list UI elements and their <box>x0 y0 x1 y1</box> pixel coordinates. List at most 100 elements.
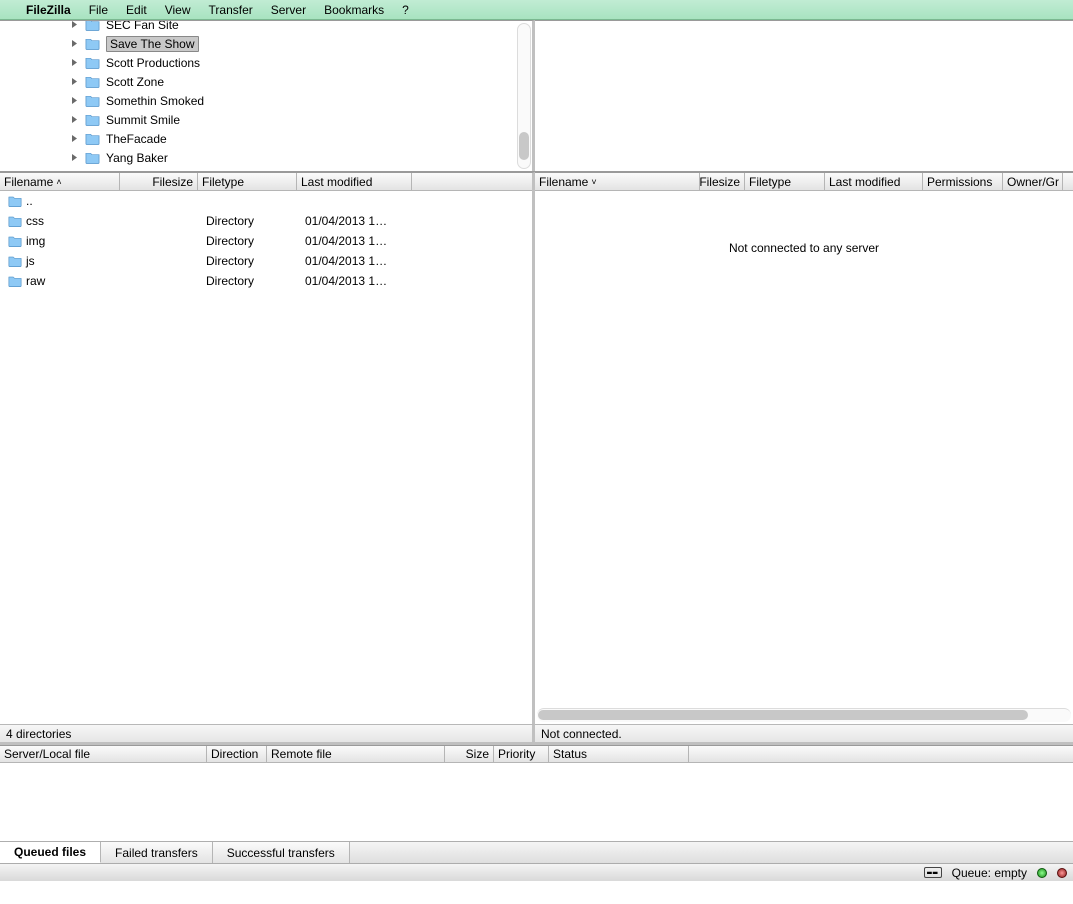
file-name: img <box>26 234 45 248</box>
expand-arrow-icon[interactable] <box>70 77 79 86</box>
list-row[interactable]: .. <box>0 191 532 211</box>
file-type: Directory <box>206 214 254 228</box>
tab-label: Successful transfers <box>227 846 335 860</box>
column-header[interactable]: Owner/Gr <box>1003 173 1063 190</box>
scrollbar[interactable] <box>517 23 531 169</box>
expand-arrow-icon[interactable] <box>70 115 79 124</box>
list-row[interactable]: imgDirectory01/04/2013 1… <box>0 231 532 251</box>
file-name: js <box>26 254 35 268</box>
column-header[interactable]: Filesize <box>120 173 198 190</box>
menu-server[interactable]: Server <box>271 3 306 17</box>
folder-icon <box>85 56 100 69</box>
remote-column-headers: Filename ˅Filesize Filetype Last modified P… <box>535 173 1073 191</box>
column-header[interactable]: Size <box>445 746 494 762</box>
column-header[interactable]: Permissions <box>923 173 1003 190</box>
queue-tab[interactable]: Successful transfers <box>213 842 350 863</box>
expand-arrow-icon[interactable] <box>70 58 79 67</box>
tree-item-label: Save The Show <box>106 36 199 52</box>
column-header[interactable]: Remote file <box>267 746 445 762</box>
column-header[interactable]: Last modified <box>297 173 412 190</box>
tree-item[interactable]: Save The Show <box>70 34 532 53</box>
file-modified: 01/04/2013 1… <box>305 234 387 248</box>
tree-item-label: Somethin Smoked <box>106 94 204 108</box>
menu-transfer[interactable]: Transfer <box>209 3 253 17</box>
list-row[interactable]: cssDirectory01/04/2013 1… <box>0 211 532 231</box>
app-name[interactable]: FileZilla <box>26 3 71 17</box>
menu-bookmarks[interactable]: Bookmarks <box>324 3 384 17</box>
expand-arrow-icon[interactable] <box>70 20 79 29</box>
queue-tab[interactable]: Queued files <box>0 842 101 863</box>
column-label: Remote file <box>271 747 332 761</box>
remote-tree-pane[interactable] <box>535 20 1073 171</box>
scroll-thumb[interactable] <box>538 710 1028 720</box>
column-header[interactable]: Filename ˅ <box>535 173 700 190</box>
tree-item[interactable]: Yang Baker <box>70 148 532 167</box>
tree-item[interactable]: Somethin Smoked <box>70 91 532 110</box>
list-row[interactable]: jsDirectory01/04/2013 1… <box>0 251 532 271</box>
column-header[interactable]: Status <box>549 746 689 762</box>
tab-label: Queued files <box>14 845 86 859</box>
expand-arrow-icon[interactable] <box>70 96 79 105</box>
tree-item-label: Summit Smile <box>106 113 180 127</box>
column-label: Last modified <box>301 175 372 189</box>
remote-list-body[interactable]: Not connected to any server <box>535 191 1073 724</box>
folder-icon <box>85 75 100 88</box>
column-header[interactable]: Priority <box>494 746 549 762</box>
column-header[interactable]: Filename ˄ <box>0 173 120 190</box>
column-header[interactable]: Filesize <box>700 173 745 190</box>
expand-arrow-icon[interactable] <box>70 134 79 143</box>
file-type: Directory <box>206 274 254 288</box>
local-column-headers: Filename ˄FilesizeFiletype Last modified <box>0 173 532 191</box>
tree-item[interactable]: TheFacade <box>70 129 532 148</box>
tree-item-label: Scott Zone <box>106 75 164 89</box>
file-name: .. <box>26 194 33 208</box>
column-label: Filesize <box>700 175 740 189</box>
column-header[interactable]: Last modified <box>825 173 923 190</box>
tree-item[interactable]: Scott Zone <box>70 72 532 91</box>
tree-item[interactable]: SEC Fan Site <box>70 20 532 34</box>
tree-panes: SEC Fan Site Save The ShowScott Productio… <box>0 20 1073 172</box>
column-label: Server/Local file <box>4 747 90 761</box>
column-label: Last modified <box>829 175 900 189</box>
local-tree-pane[interactable]: SEC Fan Site Save The ShowScott Productio… <box>0 20 535 171</box>
folder-icon <box>85 37 100 50</box>
column-label: Filename <box>4 175 53 189</box>
menu-view[interactable]: View <box>165 3 191 17</box>
queue-tab[interactable]: Failed transfers <box>101 842 213 863</box>
menu-file[interactable]: File <box>89 3 108 17</box>
folder-icon <box>8 255 22 267</box>
folder-icon <box>8 215 22 227</box>
column-header[interactable]: Filetype <box>198 173 297 190</box>
tree-item[interactable]: Scott Productions <box>70 53 532 72</box>
menu-edit[interactable]: Edit <box>126 3 147 17</box>
scrollbar[interactable] <box>537 708 1071 722</box>
menu-help[interactable]: ? <box>402 3 409 17</box>
tree-item-label: TheFacade <box>106 132 167 146</box>
column-label: Size <box>466 747 489 761</box>
tree-item-label: SEC Fan Site <box>106 20 179 32</box>
indicator-red-icon <box>1057 868 1067 878</box>
list-row[interactable]: raw Directory 01/04/2013 1… <box>0 271 532 291</box>
scroll-thumb[interactable] <box>519 132 529 160</box>
file-modified: 01/04/2013 1… <box>305 274 387 288</box>
file-name: raw <box>26 274 45 288</box>
tab-label: Failed transfers <box>115 846 198 860</box>
remote-status: Not connected. <box>535 724 1073 742</box>
column-label: Filetype <box>749 175 791 189</box>
tree-item-label: Yang Baker <box>106 151 168 165</box>
column-label: Priority <box>498 747 535 761</box>
queue-column-headers: Server/Local file Direction Remote file Siz… <box>0 745 1073 763</box>
queue-tabs: Queued files Failed transfers Successful t… <box>0 841 1073 863</box>
column-header[interactable]: Server/Local file <box>0 746 207 762</box>
tree-item[interactable]: Summit Smile <box>70 110 532 129</box>
expand-arrow-icon[interactable] <box>70 39 79 48</box>
file-type: Directory <box>206 254 254 268</box>
local-list-body[interactable]: ..cssDirectory01/04/2013 1…imgDirectory0… <box>0 191 532 724</box>
menubar: FileZilla File Edit View Transfer Server… <box>0 0 1073 20</box>
queue-body[interactable] <box>0 763 1073 841</box>
remote-list-pane: Filename ˅Filesize Filetype Last modified P… <box>535 172 1073 724</box>
sort-desc-icon: ˅ <box>591 177 596 187</box>
expand-arrow-icon[interactable] <box>70 153 79 162</box>
column-header[interactable]: Direction <box>207 746 267 762</box>
column-header[interactable]: Filetype <box>745 173 825 190</box>
